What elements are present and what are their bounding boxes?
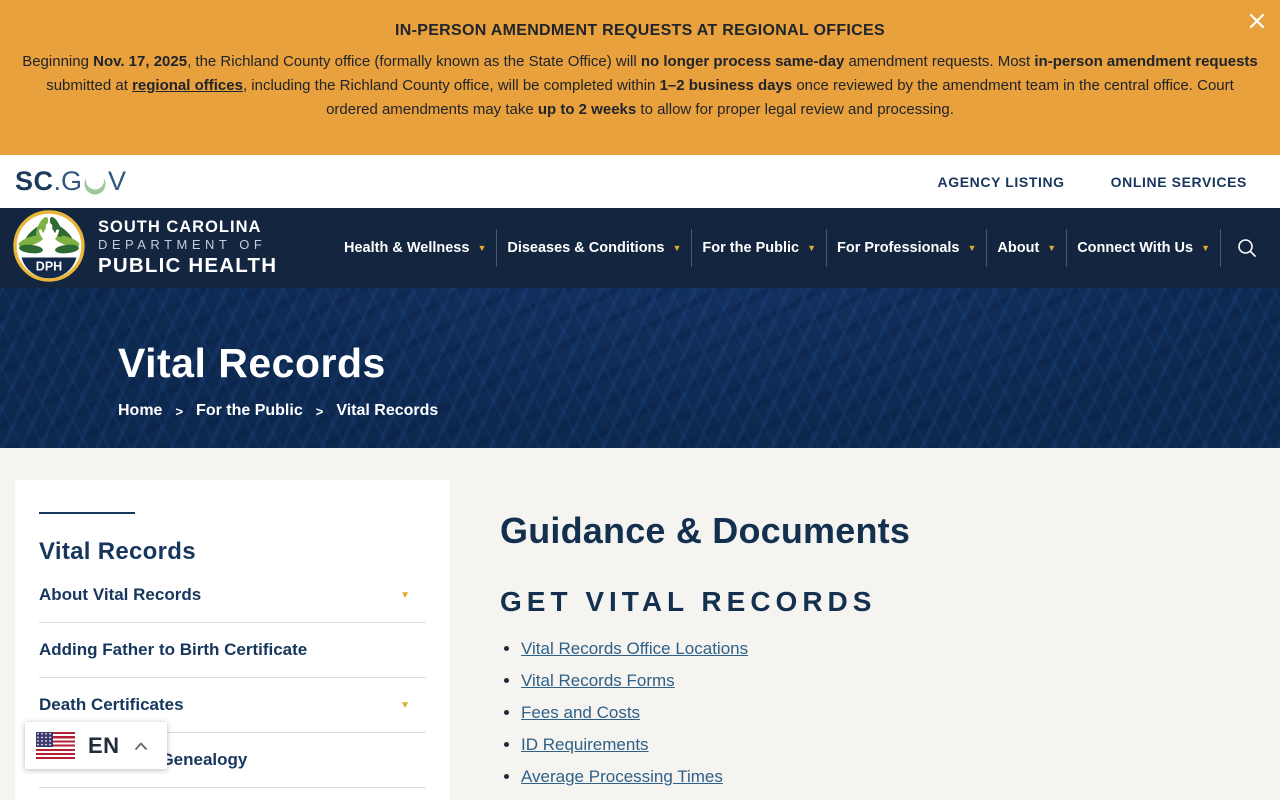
chevron-up-icon [134,742,147,750]
chevron-down-icon: ▼ [400,699,410,711]
dph-logo[interactable]: DPH [13,209,85,287]
vital-records-office-locations-link[interactable]: Vital Records Office Locations [521,639,748,658]
content-area: Vital Records About Vital Records ▼ Adding… [0,448,1280,800]
nav-item-for-the-public[interactable]: For the Public ▼ [691,229,826,267]
alert-text: , including the Richland County office, … [242,77,660,94]
alert-text: no longer process same-day [640,53,845,70]
sidebar-item-label: Death Certificates [39,695,184,714]
alert-message: Beginning Nov. 17, 2025, the Richland Co… [22,50,1258,122]
nav-item-connect-with-us[interactable]: Connect With Us ▼ [1066,229,1220,267]
list-item: ID Requirements [521,734,1200,755]
page-title: Vital Records [118,340,386,386]
scgov-logo-text: SC [15,166,54,196]
chevron-down-icon: ▼ [807,243,816,253]
list-item: Fees and Costs [521,702,1200,723]
nav-item-label: About [997,240,1040,256]
breadcrumb-separator: > [315,403,324,419]
nav-item-label: Connect With Us [1077,240,1194,256]
main-nav: DPH SOUTH CAROLINA DEPARTMENT OF PUBLIC … [0,208,1280,288]
alert-text: to allow for proper legal review and pro… [636,101,954,118]
sidebar-item-label: Adding Father to Birth Certificate [39,640,308,659]
vital-records-forms-link[interactable]: Vital Records Forms [521,671,675,690]
breadcrumb-for-the-public[interactable]: For the Public [196,402,303,420]
agency-listing-link[interactable]: AGENCY LISTING [938,174,1065,190]
sidebar-rule [39,512,135,514]
breadcrumb: Home > For the Public > Vital Records [118,402,1280,420]
chevron-down-icon: ▼ [400,589,410,601]
alert-title: IN-PERSON AMENDMENT REQUESTS AT REGIONAL… [395,22,885,39]
language-code: EN [88,732,120,758]
subsection-title: GET VITAL RECORDS [500,586,877,617]
list-item: Average Processing Times [521,766,1200,787]
nav-item-for-professionals[interactable]: For Professionals ▼ [826,229,986,267]
alert-text: Beginning [22,53,94,70]
nav-item-label: Diseases & Conditions [507,240,665,256]
chevron-down-icon: ▼ [967,243,977,253]
breadcrumb-vital-records: Vital Records [336,402,439,419]
nav-item-label: For Professionals [837,240,960,256]
list-item: Vital Records Office Locations [521,638,1200,659]
section-title: Guidance & Documents [500,510,911,551]
alert-text: Nov. 17, 2025 [93,53,188,70]
document-links: Vital Records Office Locations Vital Reco… [500,638,1200,800]
average-processing-times-link[interactable]: Average Processing Times [521,767,723,786]
fees-and-costs-link[interactable]: Fees and Costs [521,703,640,722]
nav-menu: Health & Wellness ▼ Diseases & Conditions ▼… [334,229,1220,267]
agency-name-line1: SOUTH CAROLINA [98,218,262,237]
nav-item-health-wellness[interactable]: Health & Wellness ▼ [334,229,496,267]
us-flag-icon [36,732,75,759]
main-content: Guidance & Documents GET VITAL RECORDS V… [500,448,1200,800]
alert-banner: IN-PERSON AMENDMENT REQUESTS AT REGIONAL… [0,0,1280,155]
agency-name-line3: PUBLIC HEALTH [98,254,278,278]
breadcrumb-home[interactable]: Home [118,402,162,420]
chevron-down-icon: ▼ [672,243,682,253]
nav-item-label: For the Public [702,240,800,256]
alert-text: up to 2 weeks [537,101,637,118]
chevron-down-icon: ▼ [477,243,487,253]
utility-bar: SC .G V AGENCY LISTING ONLINE SERVICES [0,155,1280,208]
chevron-down-icon: ▼ [1047,243,1057,253]
crescent-moon-icon [84,171,106,194]
scgov-logo[interactable]: SC .G V [15,166,126,197]
close-icon[interactable] [1247,11,1267,31]
regional-offices-link[interactable]: regional offices [132,77,243,94]
online-services-link[interactable]: ONLINE SERVICES [1111,174,1247,190]
alert-text: 1–2 business days [659,77,793,94]
chevron-down-icon: ▼ [1201,243,1210,253]
agency-name: SOUTH CAROLINA DEPARTMENT OF PUBLIC HEAL… [98,218,277,278]
language-switcher[interactable]: EN [25,722,167,769]
nav-item-label: Health & Wellness [343,240,470,256]
sidebar-item-label: About Vital Records [39,585,202,604]
alert-text: , the Richland County office (formally k… [187,53,641,70]
search-icon[interactable] [1220,229,1262,267]
alert-text: in-person amendment requests [1034,53,1258,70]
alert-text: amendment requests. Most [844,53,1035,70]
utility-links: AGENCY LISTING ONLINE SERVICES [938,174,1247,190]
sidebar-heading: Vital Records [39,538,196,565]
alert-text: submitted at [46,77,133,94]
agency-name-line2: DEPARTMENT OF [98,237,267,253]
nav-item-about[interactable]: About ▼ [986,229,1066,267]
id-requirements-link[interactable]: ID Requirements [521,735,649,754]
sidebar-item-adding-father-to-birth-certificate[interactable]: Adding Father to Birth Certificate [39,623,426,678]
breadcrumb-separator: > [175,403,184,419]
nav-item-diseases-conditions[interactable]: Diseases & Conditions ▼ [496,229,691,267]
sidebar-item-about-vital-records[interactable]: About Vital Records ▼ [39,568,426,623]
svg-text:DPH: DPH [36,259,62,273]
hero-banner: Vital Records Home > For the Public > Vital … [0,288,1280,448]
list-item: Vital Records Forms [521,670,1200,691]
sidebar-item-divorce-reports[interactable]: Divorce Reports [39,788,426,800]
